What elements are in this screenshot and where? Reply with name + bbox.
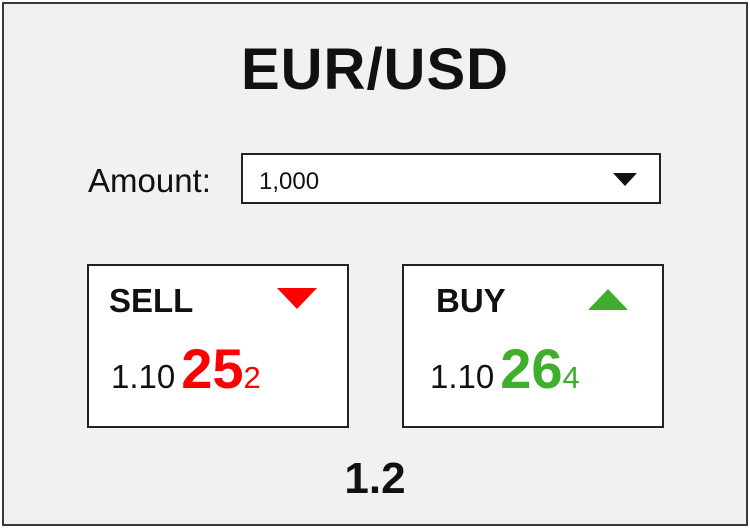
triangle-up-icon: [588, 289, 628, 310]
buy-price: 1.10 264: [430, 336, 580, 401]
amount-value: 1,000: [259, 168, 320, 195]
sell-price-fraction: 2: [243, 360, 261, 395]
triangle-down-icon: [277, 288, 317, 309]
buy-label: BUY: [436, 282, 506, 319]
amount-dropdown[interactable]: 1,000: [241, 153, 661, 204]
amount-label: Amount:: [88, 162, 211, 199]
trade-panel: EUR/USD Amount: 1,000 SELL 1.10 252 BUY 1…: [2, 2, 748, 526]
buy-button[interactable]: BUY 1.10 264: [402, 264, 664, 428]
buy-price-prefix: 1.10: [430, 358, 495, 395]
chevron-down-icon[interactable]: [613, 173, 637, 186]
sell-price: 1.10 252: [111, 336, 261, 401]
sell-button[interactable]: SELL 1.10 252: [87, 264, 349, 428]
buy-price-fraction: 4: [562, 360, 580, 395]
sell-label: SELL: [109, 282, 194, 319]
currency-pair-title: EUR/USD: [240, 37, 510, 102]
sell-price-pips: 25: [181, 337, 244, 400]
spread-value: 1.2: [344, 454, 406, 503]
sell-price-prefix: 1.10: [111, 358, 176, 395]
buy-price-pips: 26: [500, 337, 563, 400]
